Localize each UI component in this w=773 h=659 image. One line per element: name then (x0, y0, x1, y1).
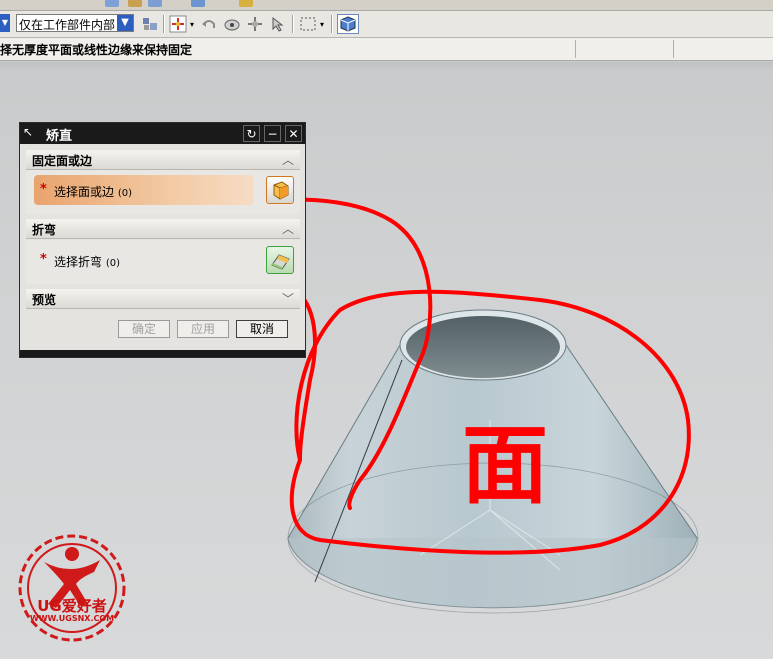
dropdown-arrow-icon[interactable]: ▾ (188, 14, 196, 34)
dialog-title-bar[interactable]: ↖ 矫直 ↻ − ✕ (20, 123, 305, 144)
status-bar: 择无厚度平面或线性边缘来保持固定 (0, 38, 773, 61)
status-prompt: 择无厚度平面或线性边缘来保持固定 (0, 43, 193, 57)
dropdown-arrow-icon[interactable]: ▾ (318, 14, 326, 34)
required-marker: * (40, 182, 47, 197)
close-icon[interactable]: ✕ (285, 125, 302, 142)
partial-toolbar-icon[interactable] (105, 0, 119, 7)
bend-select-icon[interactable] (266, 246, 294, 274)
ok-button[interactable]: 确定 (118, 320, 170, 338)
assembly-icon[interactable] (140, 14, 160, 34)
toolbar-separator (292, 15, 294, 33)
chevron-up-icon[interactable]: ︿ (280, 220, 296, 236)
cone-frustum-model[interactable] (287, 309, 699, 614)
chevron-up-icon[interactable]: ︿ (280, 151, 296, 167)
section-header-label: 折弯 (32, 223, 57, 237)
selection-toolbar: ▼ 仅在工作部件内部 ▼ ▾ ▾ (0, 11, 773, 38)
cube-icon[interactable] (337, 14, 359, 34)
top-toolbar-strip (0, 0, 773, 11)
minimize-icon[interactable]: − (264, 125, 281, 142)
selection-scope-value: 仅在工作部件内部 (19, 18, 116, 32)
annotation-face-label: 面 (462, 415, 548, 516)
partial-toolbar-icon[interactable] (148, 0, 162, 7)
dropdown-arrow-icon[interactable]: ▼ (0, 14, 10, 32)
status-separator (575, 40, 576, 58)
snap-point-icon[interactable] (168, 14, 188, 34)
ugsnx-watermark-logo: UG爱好者 WWW.UGSNX.COM (14, 532, 130, 648)
face-select-icon[interactable] (266, 176, 294, 204)
logo-url-text: WWW.UGSNX.COM (29, 614, 115, 623)
dialog-title: 矫直 (46, 129, 73, 144)
view-icon[interactable] (222, 14, 242, 34)
selection-scope-dropdown[interactable]: 仅在工作部件内部 ▼ (16, 14, 134, 32)
select-bend-row[interactable]: * 选择折弯 (0) (26, 240, 300, 284)
cancel-button[interactable]: 取消 (236, 320, 288, 338)
viewport-border (0, 62, 773, 72)
section-preview[interactable]: 预览 ﹀ (26, 289, 300, 309)
straighten-dialog: ↖ 矫直 ↻ − ✕ 固定面或边 ︿ * 选择面或边 (0) 折弯 ︿ * 选择… (19, 122, 306, 358)
section-bend[interactable]: 折弯 ︿ (26, 219, 300, 239)
select-bend-label: 选择折弯 (0) (54, 255, 121, 269)
toolbar-separator (331, 15, 333, 33)
undo-icon[interactable] (199, 14, 219, 34)
partial-toolbar-icon[interactable] (191, 0, 205, 7)
section-header-label: 固定面或边 (32, 154, 93, 168)
toolbar-separator (163, 15, 165, 33)
partial-toolbar-icon[interactable] (128, 0, 142, 7)
dialog-bottom-bar (20, 350, 305, 357)
chevron-down-icon[interactable]: ▼ (117, 15, 133, 31)
select-point-icon[interactable] (268, 14, 288, 34)
partial-toolbar-icon[interactable] (239, 0, 253, 7)
required-marker: * (40, 252, 47, 267)
chevron-down-icon[interactable]: ﹀ (280, 290, 296, 306)
select-face-edge-row[interactable]: * 选择面或边 (0) (26, 170, 300, 214)
apply-button[interactable]: 应用 (177, 320, 229, 338)
section-fixed-face-edge[interactable]: 固定面或边 ︿ (26, 150, 300, 170)
move-icon[interactable] (245, 14, 265, 34)
logo-brand-text: UG爱好者 (37, 597, 107, 615)
reset-icon[interactable]: ↻ (243, 125, 260, 142)
pin-icon[interactable]: ↖ (23, 125, 39, 141)
status-separator (673, 40, 674, 58)
select-face-edge-label: 选择面或边 (0) (54, 185, 133, 199)
section-header-label: 预览 (32, 293, 57, 307)
select-box-icon[interactable] (298, 14, 318, 34)
